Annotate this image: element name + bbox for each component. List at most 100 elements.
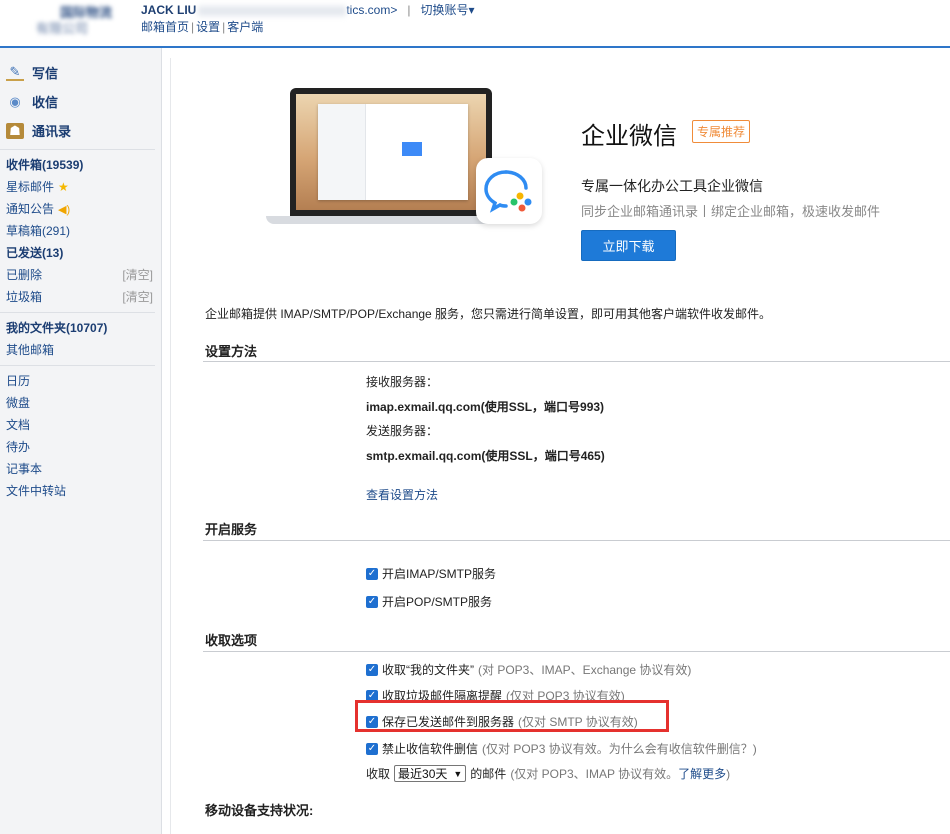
account-info: JACK LIU tics.com> | 切换账号▾ xyxy=(141,1,475,18)
sidebar-item-docs[interactable]: 文档 xyxy=(0,414,161,436)
top-links: 邮箱首页 | 设置 | 客户端 xyxy=(141,20,264,34)
fetch-my-folders-option: ✓ 收取“我的文件夹” (对 POP3、IMAP、Exchange 协议有效) xyxy=(366,661,691,678)
folder-label: 通知公告 xyxy=(6,202,55,216)
section-divider xyxy=(203,361,950,362)
option-label: 收取“我的文件夹” xyxy=(382,663,474,677)
option-note: (对 POP3、IMAP、Exchange 协议有效) xyxy=(478,663,692,677)
pop-smtp-option: ✓ 开启POP/SMTP服务 xyxy=(366,593,492,610)
sidebar-item-drafts[interactable]: 草稿箱(291) xyxy=(0,220,161,242)
sidebar-item-deleted[interactable]: 已删除 [清空] xyxy=(0,264,161,286)
sidebar-item-trash[interactable]: 垃圾箱 [清空] xyxy=(0,286,161,308)
fetch-note-text: (仅对 POP3、IMAP 协议有效。 xyxy=(510,767,679,781)
contacts-button[interactable]: ☗ 通讯录 xyxy=(0,116,161,145)
fetch-note: (仅对 POP3、IMAP 协议有效。了解更多) xyxy=(510,765,730,782)
folder-label: 草稿箱(291) xyxy=(6,224,71,238)
laptop-illustration xyxy=(266,88,504,224)
link-mail-home[interactable]: 邮箱首页 xyxy=(141,20,189,34)
app-list: 日历 微盘 文档 待办 记事本 文件中转站 xyxy=(0,370,161,502)
imap-smtp-option: ✓ 开启IMAP/SMTP服务 xyxy=(366,565,496,582)
speaker-icon: ◀) xyxy=(58,204,71,216)
outgoing-server-label: 发送服务器： xyxy=(366,424,439,438)
prevent-delete-checkbox[interactable]: ✓ xyxy=(366,742,378,755)
compose-button[interactable]: ✎ 写信 xyxy=(0,58,161,87)
incoming-server-label: 接收服务器： xyxy=(366,375,439,389)
incoming-server-value: imap.exmail.qq.com(使用SSL，端口号993) xyxy=(366,400,605,414)
imap-smtp-label: 开启IMAP/SMTP服务 xyxy=(382,567,497,581)
fetch-suffix: 的邮件 xyxy=(470,767,507,781)
fetch-prefix: 收取 xyxy=(366,767,391,781)
account-email-tail: tics.com> xyxy=(346,3,398,17)
compose-icon: ✎ xyxy=(6,64,24,81)
folder-label: 星标邮件 xyxy=(6,180,55,194)
sidebar-item-other-mailboxes[interactable]: 其他邮箱 xyxy=(0,339,161,361)
service-intro: 企业邮箱提供 IMAP/SMTP/POP/Exchange 服务，您只需进行简单… xyxy=(205,307,772,321)
imap-smtp-checkbox[interactable]: ✓ xyxy=(366,567,378,580)
sidebar-item-sent[interactable]: 已发送(13) xyxy=(0,242,161,264)
sidebar-main-actions: ✎ 写信 ◉ 收信 ☗ 通讯录 xyxy=(0,48,161,145)
inbox-button[interactable]: ◉ 收信 xyxy=(0,87,161,116)
learn-more-link[interactable]: 了解更多 xyxy=(678,767,726,781)
folder-label: 其他邮箱 xyxy=(6,343,55,357)
compose-label: 写信 xyxy=(32,66,59,81)
fetch-range-select[interactable]: 最近30天 ▼ xyxy=(394,765,467,782)
switch-account-link[interactable]: 切换账号▾ xyxy=(420,3,474,17)
prevent-delete-option: ✓ 禁止收信软件删信 (仅对 POP3 协议有效。为什么会有收信软件删信？) xyxy=(366,740,757,757)
fetch-my-folders-checkbox[interactable]: ✓ xyxy=(366,663,378,676)
folder-label: 已发送(13) xyxy=(6,246,64,260)
view-setup-method-link[interactable]: 查看设置方法 xyxy=(366,486,438,503)
section-title-mobile: 移动设备支持状况: xyxy=(205,803,314,818)
section-divider xyxy=(203,651,950,652)
select-value: 最近30天 xyxy=(398,767,448,781)
sidebar: ✎ 写信 ◉ 收信 ☗ 通讯录 收件箱(19539) 星标邮件 ★ 通知公告 ◀) … xyxy=(0,48,162,834)
section-title-setup: 设置方法 xyxy=(205,344,258,359)
star-icon: ★ xyxy=(58,180,69,194)
link-client[interactable]: 客户端 xyxy=(227,20,263,34)
divider xyxy=(0,149,155,150)
highlight-box xyxy=(355,700,669,732)
link-settings[interactable]: 设置 xyxy=(196,20,220,34)
option-label: 禁止收信软件删信 xyxy=(382,742,479,756)
account-name: JACK LIU xyxy=(141,3,197,17)
download-button[interactable]: 立即下载 xyxy=(581,230,676,261)
sidebar-item-inbox[interactable]: 收件箱(19539) xyxy=(0,154,161,176)
pop-smtp-label: 开启POP/SMTP服务 xyxy=(382,595,493,609)
contacts-icon: ☗ xyxy=(6,122,24,139)
sidebar-item-starred[interactable]: 星标邮件 ★ xyxy=(0,176,161,198)
inbox-label: 收信 xyxy=(32,95,59,110)
sidebar-item-notes[interactable]: 记事本 xyxy=(0,458,161,480)
fetch-note-end: ) xyxy=(726,767,731,781)
sidebar-item-todo[interactable]: 待办 xyxy=(0,436,161,458)
sidebar-item-notices[interactable]: 通知公告 ◀) xyxy=(0,198,161,220)
redacted-email xyxy=(198,5,347,16)
option-note: (仅对 POP3 协议有效。为什么会有收信软件删信？) xyxy=(482,742,757,756)
chevron-down-icon: ▼ xyxy=(453,768,463,779)
empty-deleted-link[interactable]: [清空] xyxy=(122,264,153,286)
section-title-fetch: 收取选项 xyxy=(205,633,258,648)
empty-trash-link[interactable]: [清空] xyxy=(122,286,153,308)
my-folder-list: 我的文件夹(10707) 其他邮箱 xyxy=(0,317,161,361)
top-header: 国际物流 有限公司 JACK LIU tics.com> | 切换账号▾ 邮箱首页 | 设… xyxy=(0,0,950,48)
sidebar-item-calendar[interactable]: 日历 xyxy=(0,370,161,392)
promo-description: 同步企业邮箱通讯录丨绑定企业邮箱，极速收发邮件 xyxy=(581,204,881,219)
outgoing-server-value: smtp.exmail.qq.com(使用SSL，端口号465) xyxy=(366,449,605,463)
separator: | xyxy=(407,3,411,17)
contacts-label: 通讯录 xyxy=(32,124,72,139)
logo-line-2: 有限公司 xyxy=(36,21,89,36)
sidebar-item-my-folders[interactable]: 我的文件夹(10707) xyxy=(0,317,161,339)
folder-label: 垃圾箱 xyxy=(6,290,43,304)
inbox-icon: ◉ xyxy=(9,93,21,109)
pop-smtp-checkbox[interactable]: ✓ xyxy=(366,595,378,608)
company-logo: 国际物流 有限公司 xyxy=(10,2,120,36)
sidebar-item-drive[interactable]: 微盘 xyxy=(0,392,161,414)
section-divider xyxy=(203,540,950,541)
folder-label: 我的文件夹(10707) xyxy=(6,321,108,335)
divider xyxy=(0,365,155,366)
fetch-range-row: 收取 最近30天 ▼ 的邮件 (仅对 POP3、IMAP 协议有效。了解更多) xyxy=(366,765,730,782)
envelope-icon xyxy=(402,142,422,156)
section-title-services: 开启服务 xyxy=(205,522,258,537)
wecom-logo-icon xyxy=(476,158,542,224)
promo-subtitle: 专属一体化办公工具企业微信 xyxy=(581,178,763,194)
folder-label: 收件箱(19539) xyxy=(6,158,84,172)
promo-title: 企业微信 xyxy=(581,123,677,150)
sidebar-item-file-transfer[interactable]: 文件中转站 xyxy=(0,480,161,502)
